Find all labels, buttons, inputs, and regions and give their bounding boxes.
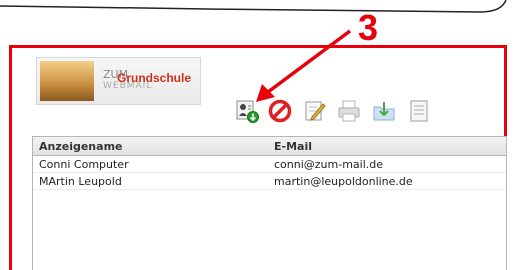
- logo-school-text: Grundschule: [117, 71, 192, 85]
- contact-email: conni@zum-mail.de: [274, 158, 384, 171]
- column-header-email[interactable]: E-Mail: [274, 140, 312, 153]
- delete-icon[interactable]: [268, 99, 292, 123]
- app-logo: ZUM WEBMAIL Grundschule: [36, 57, 201, 105]
- edit-icon[interactable]: [303, 99, 327, 123]
- import-icon[interactable]: [372, 99, 396, 123]
- add-contact-icon[interactable]: [236, 99, 260, 123]
- column-header-name[interactable]: Anzeigename: [39, 140, 123, 153]
- contact-name: MArtin Leupold: [39, 175, 122, 188]
- temple-logo-icon: [40, 61, 94, 101]
- export-icon[interactable]: [407, 99, 431, 123]
- contacts-table: Anzeigename E-Mail Conni Computer conni@…: [32, 136, 507, 270]
- table-row[interactable]: Conni Computer conni@zum-mail.de: [33, 156, 506, 173]
- top-border-line: [0, 0, 507, 13]
- print-icon[interactable]: [337, 99, 361, 123]
- table-row[interactable]: MArtin Leupold martin@leupoldonline.de: [33, 173, 506, 190]
- table-header: Anzeigename E-Mail: [33, 137, 506, 156]
- contact-email: martin@leupoldonline.de: [274, 175, 413, 188]
- step-number-label: 3: [358, 7, 379, 48]
- contact-name: Conni Computer: [39, 158, 129, 171]
